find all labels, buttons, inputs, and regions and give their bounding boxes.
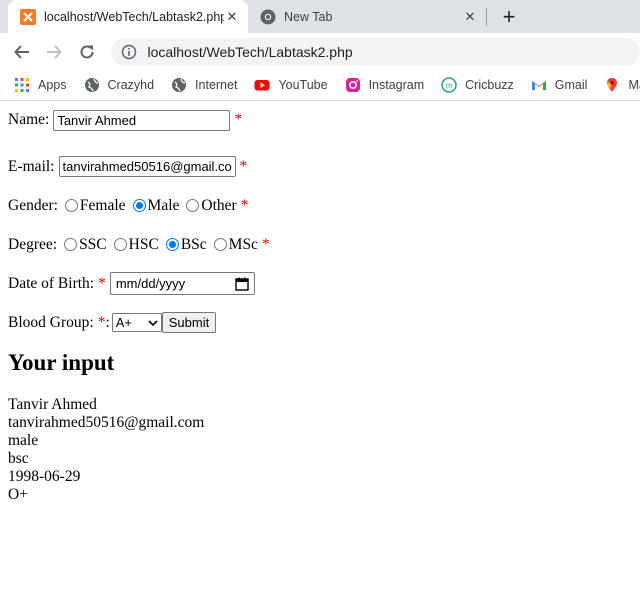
bookmark-youtube[interactable]: YouTube: [254, 77, 328, 93]
chevron-down-icon: [148, 319, 158, 326]
blood-group-select[interactable]: A+: [111, 313, 162, 332]
email-label: E-mail:: [8, 157, 55, 175]
close-icon[interactable]: ✕: [224, 9, 240, 25]
globe-icon: [172, 78, 187, 92]
bookmarks-bar: Apps Crazyhd Internet YouTube Instagram …: [0, 70, 640, 101]
degree-option-label: SSC: [79, 235, 107, 253]
tab-new-tab[interactable]: New Tab ✕: [250, 0, 486, 33]
gender-radio-female[interactable]: [64, 199, 78, 212]
gender-radio-other[interactable]: [186, 199, 200, 212]
globe-icon: [84, 78, 99, 92]
degree-radio-ssc[interactable]: [64, 238, 78, 251]
bookmark-label: Crazyhd: [107, 78, 155, 92]
output-blood-group: O+: [8, 486, 28, 503]
bookmark-gmail[interactable]: Gmail: [531, 77, 588, 93]
blood-label: Blood Group:: [8, 313, 94, 331]
required-mark: *: [240, 196, 249, 214]
blood-separator: :: [105, 313, 110, 331]
blood-row: Blood Group: * : A+ Submit: [8, 303, 632, 342]
tab-divider: [486, 8, 487, 26]
gender-radio-male[interactable]: [132, 199, 146, 212]
bookmark-label: Maps: [628, 78, 640, 92]
degree-option-label: MSc: [228, 235, 258, 253]
degree-option-label: HSC: [128, 235, 159, 253]
maps-icon: [607, 78, 618, 92]
gmail-icon: [531, 81, 546, 90]
degree-option-label: BSc: [180, 235, 207, 253]
required-mark: *: [234, 111, 243, 128]
required-mark: *: [261, 235, 270, 253]
tab-title: New Tab: [284, 9, 333, 24]
reload-icon[interactable]: [75, 40, 98, 64]
degree-row: Degree: SSC HSC BSc MSc *: [8, 225, 632, 264]
bookmark-label: Apps: [38, 78, 67, 92]
degree-radio-msc[interactable]: [213, 238, 227, 251]
required-mark: *: [98, 274, 106, 292]
bookmark-label: Gmail: [554, 78, 588, 92]
bookmark-label: Internet: [195, 78, 238, 92]
bookmark-maps[interactable]: Maps: [604, 77, 640, 93]
dob-date-input[interactable]: mm/dd/yyyy: [109, 272, 255, 295]
gender-row: Gender: Female Male Other *: [8, 186, 632, 225]
back-arrow-icon[interactable]: [10, 40, 33, 64]
bookmark-label: Cricbuzz: [465, 78, 514, 92]
bookmark-label: YouTube: [278, 78, 328, 92]
tab-strip: localhost/WebTech/Labtask2.php ✕ New Tab…: [0, 0, 640, 33]
gender-option-label: Other: [201, 196, 237, 214]
gender-option-label: Female: [79, 196, 126, 214]
svg-text:cb: cb: [446, 83, 453, 90]
output-degree: bsc: [8, 450, 29, 467]
new-tab-plus-icon[interactable]: +: [498, 4, 520, 29]
dob-label: Date of Birth:: [8, 274, 95, 292]
output-dob: 1998-06-29: [8, 468, 81, 485]
name-label: Name:: [8, 111, 50, 128]
dob-row: Date of Birth: * mm/dd/yyyy: [8, 264, 632, 303]
xampp-icon: [20, 8, 36, 25]
degree-radio-bsc[interactable]: [165, 238, 179, 251]
forward-arrow-icon[interactable]: [42, 40, 65, 64]
tab-title: localhost/WebTech/Labtask2.php: [44, 9, 224, 24]
output-name: Tanvir Ahmed: [8, 396, 97, 413]
required-mark: *: [97, 313, 106, 331]
name-input[interactable]: [53, 109, 231, 131]
info-icon[interactable]: [121, 44, 137, 60]
cricbuzz-icon: cb: [441, 77, 457, 93]
bookmark-instagram[interactable]: Instagram: [345, 77, 425, 93]
chrome-icon: [260, 9, 276, 24]
degree-radio-hsc[interactable]: [113, 238, 127, 251]
tab-labtask2[interactable]: localhost/WebTech/Labtask2.php ✕: [8, 0, 248, 33]
email-row: E-mail: *: [8, 147, 632, 186]
output-heading: Your input: [8, 350, 115, 375]
degree-label: Degree:: [8, 235, 58, 253]
bookmark-label: Instagram: [368, 78, 425, 92]
output-list: Tanvir Ahmed tanvirahmed50516@gmail.com …: [8, 396, 632, 504]
bookmark-cricbuzz[interactable]: cb Cricbuzz: [441, 77, 514, 93]
registration-form: Name: * E-mail: * Gender: Female Male Ot…: [8, 108, 632, 342]
dob-placeholder: mm/dd/yyyy: [115, 276, 186, 291]
browser-toolbar: localhost/WebTech/Labtask2.php: [0, 33, 640, 70]
submit-button[interactable]: Submit: [161, 312, 217, 333]
output-email: tanvirahmed50516@gmail.com: [8, 414, 205, 431]
gender-label: Gender:: [8, 196, 58, 214]
gender-option-label: Male: [147, 196, 180, 214]
name-row: Name: *: [8, 108, 632, 132]
close-icon[interactable]: ✕: [462, 9, 478, 25]
calendar-icon[interactable]: [235, 277, 249, 291]
email-input[interactable]: [58, 156, 236, 177]
address-text: localhost/WebTech/Labtask2.php: [147, 43, 353, 60]
bookmark-apps[interactable]: Apps: [14, 77, 67, 93]
page-body: Name: * E-mail: * Gender: Female Male Ot…: [0, 101, 640, 511]
bookmark-internet[interactable]: Internet: [171, 77, 237, 93]
required-mark: *: [239, 157, 248, 175]
instagram-icon: [345, 78, 360, 92]
youtube-icon: [254, 80, 270, 91]
apps-grid-icon: [15, 78, 29, 92]
bookmark-crazyhd[interactable]: Crazyhd: [84, 77, 155, 93]
output-gender: male: [8, 432, 39, 449]
blood-selected-value: A+: [115, 315, 133, 330]
address-bar[interactable]: localhost/WebTech/Labtask2.php: [111, 37, 640, 66]
